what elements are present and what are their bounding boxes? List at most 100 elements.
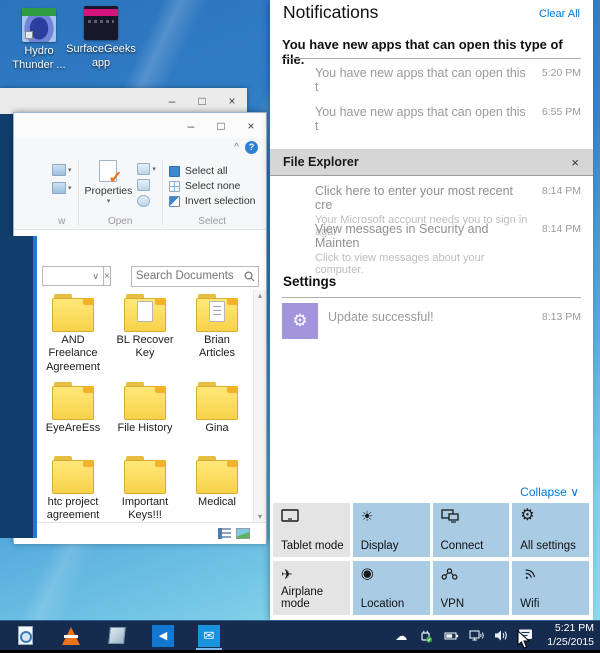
desktop-icon-hydro-thunder[interactable]: Hydro Thunder ... — [4, 8, 74, 73]
volume-icon[interactable] — [493, 628, 509, 644]
open-file-button[interactable]: ▾ — [137, 163, 156, 175]
minimize-button[interactable]: – — [176, 113, 206, 138]
dropdown-icon: ▾ — [107, 197, 111, 205]
maximize-button[interactable]: □ — [206, 113, 236, 138]
quick-action-location[interactable]: ◉ Location — [353, 561, 430, 615]
notification-time: 8:14 PM — [542, 223, 581, 235]
ribbon-group-label: w — [52, 214, 72, 227]
select-all-icon — [169, 166, 180, 177]
wifi-icon — [520, 565, 538, 583]
mail-icon: ✉ — [198, 625, 220, 647]
taskbar-clock[interactable]: 5:21 PM 1/25/2015 — [543, 622, 594, 649]
close-icon[interactable]: × — [571, 155, 579, 170]
scroll-up-icon[interactable]: ▴ — [258, 291, 262, 300]
select-all-button[interactable]: Select all — [169, 165, 256, 177]
properties-button[interactable]: ✓ Properties ▾ — [85, 160, 133, 207]
notification-subtitle: Click to view messages about your comput… — [282, 252, 581, 276]
chevron-down-icon: ∨ — [570, 485, 579, 499]
quick-action-wifi[interactable]: Wifi — [512, 561, 589, 615]
quick-action-vpn[interactable]: VPN — [433, 561, 510, 615]
search-box[interactable] — [131, 266, 259, 287]
close-button[interactable]: × — [217, 88, 247, 114]
select-none-icon — [169, 181, 180, 192]
ribbon-group-select: Select all Select none Invert selection … — [163, 156, 262, 229]
ribbon-group-open: ✓ Properties ▾ ▾ Open — [79, 156, 162, 229]
minimize-ribbon-icon[interactable]: ^ — [234, 142, 239, 153]
edit-icon[interactable] — [137, 179, 150, 191]
taskbar-vlc-button[interactable] — [48, 621, 94, 650]
desktop-icon-label: Hydro Thunder ... — [4, 45, 74, 73]
folder-item[interactable]: Medical — [185, 456, 249, 534]
ribbon-mini-button[interactable]: ▾ — [52, 164, 72, 176]
history-icon[interactable] — [137, 195, 150, 207]
folder-item[interactable]: BL Recover Key — [113, 294, 177, 382]
address-bar[interactable]: ∨ — [42, 266, 104, 286]
taskbar-notepad-button[interactable] — [94, 621, 140, 650]
select-none-button[interactable]: Select none — [169, 180, 256, 192]
notifications-title: Notifications — [283, 2, 378, 23]
file-explorer-window[interactable]: – □ × ^ ? ▾ ▾ w — [13, 112, 267, 543]
quick-action-tablet-mode[interactable]: Tablet mode — [273, 503, 350, 557]
usb-device-icon[interactable] — [418, 628, 434, 644]
quick-action-all-settings[interactable]: ⚙ All settings — [512, 503, 589, 557]
folder-item[interactable]: AND Freelance Agreement — [41, 294, 105, 382]
settings-group-header: Settings — [283, 274, 336, 289]
desktop-icon-surfacegeeks[interactable]: SurfaceGeeks app — [66, 6, 136, 71]
quick-action-airplane-mode[interactable]: ✈ Airplane mode — [273, 561, 350, 615]
notification-item[interactable]: You have new apps that can open this t 6… — [282, 105, 581, 133]
chevron-down-icon[interactable]: ∨ — [88, 271, 103, 282]
scroll-down-icon[interactable]: ▾ — [258, 512, 262, 521]
folder-item[interactable]: EyeAreEss — [41, 382, 105, 456]
onedrive-cloud-icon[interactable]: ☁ — [393, 628, 409, 644]
action-center-panel: Notifications Clear All You have new app… — [270, 0, 593, 620]
close-button[interactable]: × — [236, 113, 266, 138]
taskbar-media-app-button[interactable]: ◀ — [140, 621, 186, 650]
clear-all-link[interactable]: Clear All — [539, 8, 580, 20]
folder-item[interactable]: Important Keys!!! — [113, 456, 177, 534]
open-icon — [137, 163, 150, 175]
tablet-icon — [281, 507, 301, 525]
invert-selection-button[interactable]: Invert selection — [169, 195, 256, 207]
folder-item[interactable]: Brian Articles — [185, 294, 249, 382]
folder-icon — [195, 382, 239, 420]
taskbar-mail-button[interactable]: ✉ — [186, 621, 232, 650]
notification-item[interactable]: Update successful! 8:13 PM — [282, 310, 581, 324]
minimize-button[interactable]: – — [157, 88, 187, 114]
folder-icon — [51, 294, 95, 332]
maximize-button[interactable]: □ — [187, 88, 217, 114]
search-input[interactable] — [132, 270, 242, 282]
notification-item[interactable]: View messages in Security and Mainten 8:… — [282, 222, 581, 276]
collapse-link[interactable]: Collapse ∨ — [520, 485, 579, 499]
folder-icon — [123, 456, 167, 494]
folder-item[interactable]: File History — [113, 382, 177, 456]
battery-icon[interactable] — [443, 628, 459, 644]
vertical-scrollbar[interactable]: ▴ ▾ — [253, 290, 266, 522]
notification-time: 5:20 PM — [542, 67, 581, 79]
document-search-icon — [18, 626, 33, 645]
folder-item[interactable]: Gina — [185, 382, 249, 456]
notification-time: 6:55 PM — [542, 106, 581, 118]
background-window-titlebar[interactable]: – □ × — [0, 88, 247, 114]
quick-action-connect[interactable]: Connect — [433, 503, 510, 557]
surfacegeeks-icon — [84, 6, 118, 40]
pane-icon — [52, 164, 66, 176]
quick-action-display[interactable]: ☀ Display — [353, 503, 430, 557]
folder-icon — [195, 456, 239, 494]
airplane-icon: ✈ — [281, 565, 293, 583]
notification-item[interactable]: You have new apps that can open this t 5… — [282, 66, 581, 94]
help-icon[interactable]: ? — [245, 141, 258, 154]
location-icon: ◉ — [361, 565, 374, 583]
ribbon-mini-button[interactable]: ▾ — [52, 182, 72, 194]
system-tray: ☁ 5:21 PM 1/25/2015 — [393, 622, 600, 649]
search-icon[interactable] — [242, 267, 258, 286]
explorer-titlebar[interactable]: – □ × — [14, 113, 266, 138]
folder-with-document-icon — [123, 294, 167, 332]
folder-item[interactable]: htc project agreement — [41, 456, 105, 534]
notification-banner[interactable]: You have new apps that can open this typ… — [282, 37, 581, 67]
network-icon[interactable] — [468, 628, 484, 644]
taskbar-search-document-button[interactable] — [2, 621, 48, 650]
checkmark-icon: ✓ — [108, 169, 122, 186]
address-clear-icon[interactable]: × — [104, 266, 111, 286]
ribbon-group-partial: ▾ ▾ w — [52, 156, 78, 229]
mouse-cursor — [517, 630, 530, 653]
